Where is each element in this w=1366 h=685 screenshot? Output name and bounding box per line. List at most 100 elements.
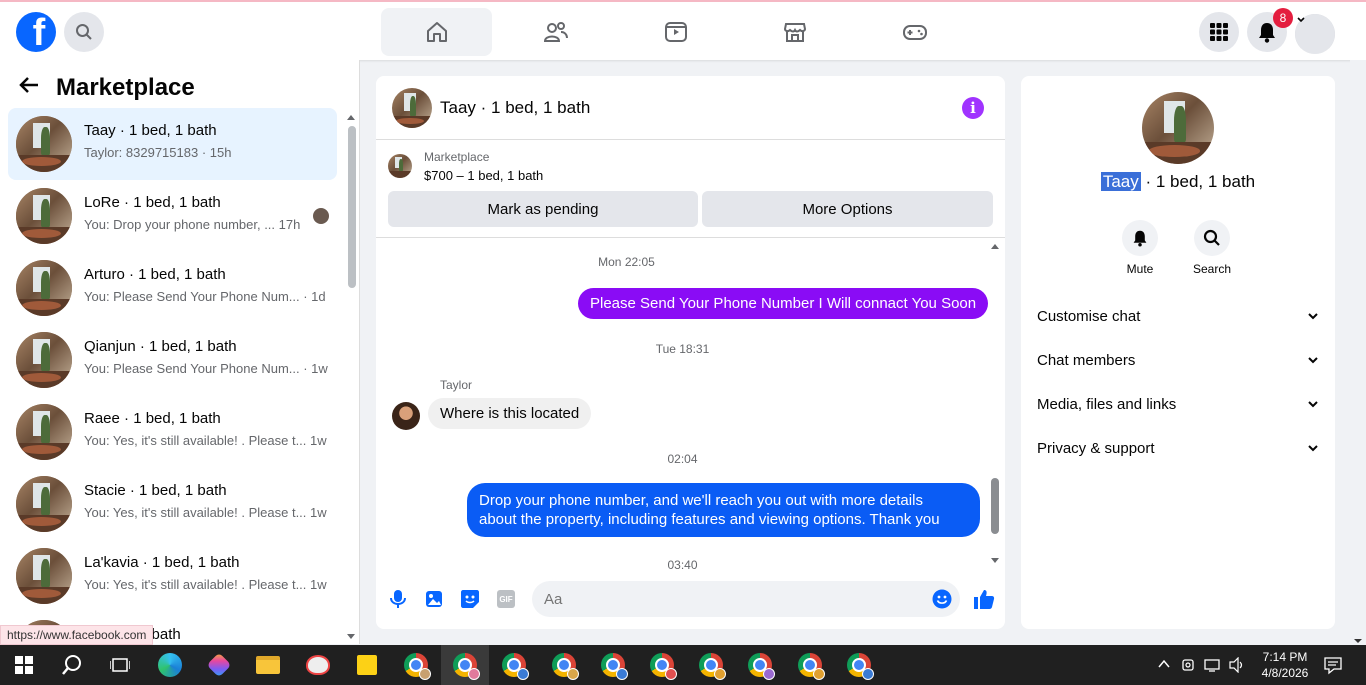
tab-marketplace[interactable]: [739, 8, 850, 56]
home-icon: [426, 22, 447, 42]
page-scrollbar[interactable]: [1350, 60, 1366, 644]
like-icon[interactable]: [972, 587, 996, 611]
gif-icon[interactable]: GIF: [496, 589, 516, 609]
conversation-preview: You: Drop your phone number, ... 17h: [84, 217, 301, 232]
edge-app[interactable]: [146, 645, 194, 685]
conversation-name: LoRe · 1 bed, 1 bath: [84, 194, 221, 211]
copilot-app[interactable]: [195, 645, 243, 685]
conversation-item[interactable]: La'kavia · 1 bed, 1 bath You: Yes, it's s…: [8, 540, 337, 612]
conversation-item[interactable]: Raee · 1 bed, 1 bath You: Yes, it's still…: [8, 396, 337, 468]
conversation-item[interactable]: Stacie · 1 bed, 1 bath You: Yes, it's sti…: [8, 468, 337, 540]
details-section[interactable]: Chat members: [1037, 346, 1319, 374]
conversation-preview: You: Yes, it's still available! . Please…: [84, 505, 327, 520]
chrome-icon: [404, 653, 431, 680]
bell-icon: [1259, 23, 1275, 43]
conversation-name: La'kavia · 1 bed, 1 bath: [84, 554, 240, 571]
account-chevron-icon[interactable]: [1295, 14, 1335, 54]
info-icon[interactable]: i: [962, 97, 984, 119]
watch-icon: [664, 22, 687, 42]
show-hidden-icons-chevron[interactable]: [1157, 657, 1171, 674]
sticker-icon[interactable]: [460, 589, 480, 609]
conversation-item[interactable]: Taay · 1 bed, 1 bath Taylor: 8329715183 ·…: [8, 108, 337, 180]
emoji-icon[interactable]: [932, 589, 952, 609]
search-icon: [76, 24, 92, 40]
chrome-window-button[interactable]: [490, 645, 538, 685]
chrome-window-button[interactable]: [736, 645, 784, 685]
chat-title[interactable]: Taay · 1 bed, 1 bath: [440, 98, 590, 118]
section-label: Media, files and links: [1037, 395, 1177, 413]
file-explorer-app[interactable]: [244, 645, 292, 685]
listing-thumbnail: [16, 260, 72, 316]
taskbar-search-button[interactable]: [48, 645, 96, 685]
conversation-item[interactable]: Arturo · 1 bed, 1 bath You: Please Send Y…: [8, 252, 337, 324]
conversation-item[interactable]: Qianjun · 1 bed, 1 bath You: Please Send …: [8, 324, 337, 396]
copilot-icon: [206, 652, 232, 678]
conversation-name: Qianjun · 1 bed, 1 bath: [84, 338, 237, 355]
chrome-window-button[interactable]: [441, 645, 489, 685]
taskbar-clock[interactable]: 7:14 PM 4/8/2026: [1255, 649, 1315, 681]
photo-icon[interactable]: [424, 589, 444, 609]
chrome-icon: [552, 653, 579, 680]
network-icon[interactable]: [1204, 657, 1222, 676]
details-section[interactable]: Privacy & support: [1037, 434, 1319, 462]
sidebar-scroll-thumb[interactable]: [348, 126, 356, 288]
mute-button[interactable]: Mute: [1110, 220, 1170, 276]
search-button[interactable]: [64, 12, 104, 52]
start-button[interactable]: [0, 645, 48, 685]
chrome-window-button[interactable]: [392, 645, 440, 685]
back-arrow-icon[interactable]: [18, 74, 40, 103]
details-section[interactable]: Customise chat: [1037, 302, 1319, 330]
conversation-name: Raee · 1 bed, 1 bath: [84, 410, 221, 427]
conversation-preview: You: Please Send Your Phone Num... · 1d: [84, 289, 326, 304]
outgoing-message[interactable]: Please Send Your Phone Number I Will con…: [578, 288, 989, 319]
chevron-down-icon: [1308, 401, 1318, 408]
message-input[interactable]: [532, 581, 960, 617]
details-section[interactable]: Media, files and links: [1037, 390, 1319, 418]
incoming-message[interactable]: Where is this located: [428, 398, 592, 429]
mark-pending-button[interactable]: Mark as pending: [388, 191, 698, 227]
notification-badge: 8: [1273, 8, 1293, 28]
tab-friends[interactable]: [500, 8, 611, 56]
chat-header: Taay · 1 bed, 1 bath i: [376, 76, 1005, 140]
title-highlight: Taay: [1100, 172, 1141, 191]
task-view-button[interactable]: [96, 645, 144, 685]
marketplace-icon: [783, 23, 806, 42]
edge-icon: [158, 653, 182, 677]
meet-now-icon[interactable]: [1181, 657, 1197, 676]
chrome-window-button[interactable]: [638, 645, 686, 685]
outgoing-message[interactable]: Drop your phone number, and we'll reach …: [467, 483, 980, 537]
sticky-notes-app[interactable]: [343, 645, 391, 685]
timestamp: Tue 18:31: [655, 342, 710, 356]
read-receipt-avatar: [313, 208, 329, 224]
listing-photo[interactable]: [1142, 92, 1214, 164]
chrome-window-button[interactable]: [835, 645, 883, 685]
chrome-icon: [601, 653, 628, 680]
tab-gaming[interactable]: [859, 8, 970, 56]
listing-summary: Marketplace $700 – 1 bed, 1 bath Mark as…: [376, 140, 1005, 238]
chat-scroll-thumb[interactable]: [991, 478, 999, 534]
chrome-window-button[interactable]: [687, 645, 735, 685]
chrome-window-button[interactable]: [786, 645, 834, 685]
conversation-name: Arturo · 1 bed, 1 bath: [84, 266, 226, 283]
chrome-window-button[interactable]: [540, 645, 588, 685]
chevron-down-icon: [1308, 445, 1318, 452]
chrome-window-button[interactable]: [589, 645, 637, 685]
sender-avatar[interactable]: [392, 402, 420, 430]
microphone-icon[interactable]: [388, 589, 408, 609]
tab-watch[interactable]: [620, 8, 731, 56]
facebook-logo[interactable]: f: [16, 12, 56, 52]
conversation-item[interactable]: LoRe · 1 bed, 1 bath You: Drop your phone…: [8, 180, 337, 252]
paint-app[interactable]: [294, 645, 342, 685]
more-options-button[interactable]: More Options: [702, 191, 993, 227]
menu-button[interactable]: [1199, 12, 1239, 52]
message-composer: GIF: [376, 576, 1005, 629]
tab-home[interactable]: [381, 8, 492, 56]
chrome-icon: [502, 653, 529, 680]
listing-thumbnail[interactable]: [392, 88, 432, 128]
listing-price[interactable]: $700 – 1 bed, 1 bath: [424, 168, 543, 183]
search-conversation-button[interactable]: Search: [1182, 220, 1242, 276]
section-label: Privacy & support: [1037, 439, 1155, 457]
volume-icon[interactable]: [1228, 656, 1246, 676]
notification-center-icon[interactable]: [1323, 655, 1343, 678]
chevron-down-icon: [1308, 313, 1318, 320]
